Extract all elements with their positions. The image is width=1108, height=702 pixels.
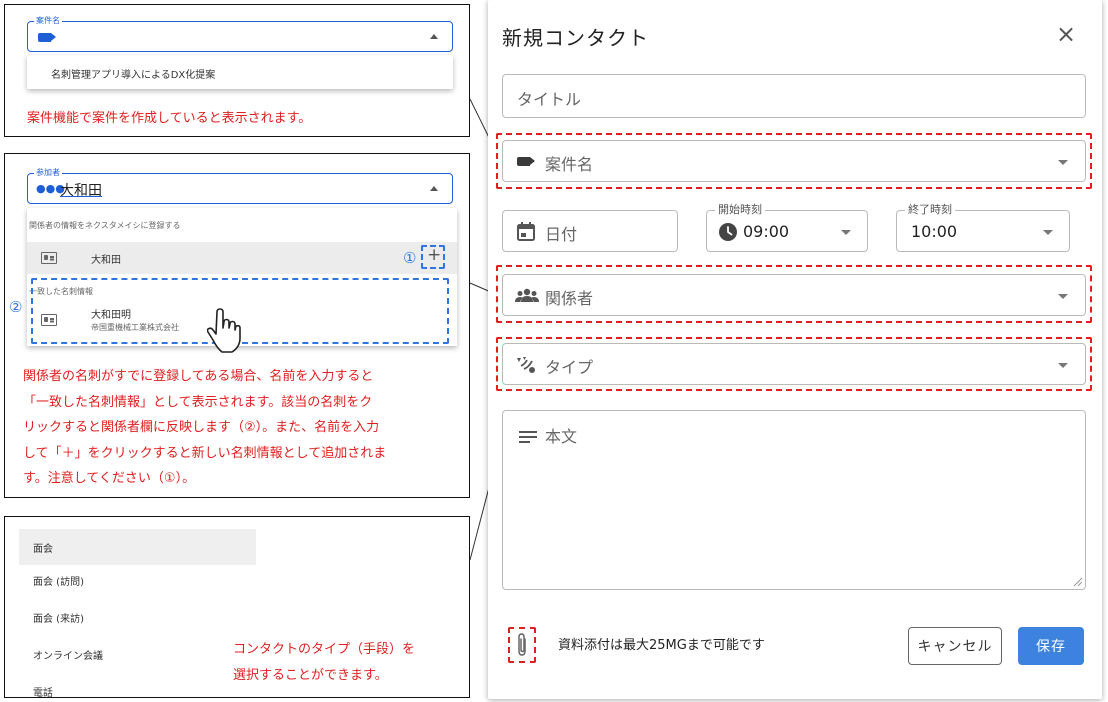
title-placeholder: タイトル	[517, 90, 582, 109]
start-time-legend: 開始時刻	[715, 203, 765, 217]
new-contact-dialog: 新規コンタクト × タイトル 案件名 日付 開始時刻 09:00 終了時刻 10…	[488, 0, 1102, 699]
related-select[interactable]: 関係者	[502, 274, 1086, 316]
close-icon[interactable]: ×	[1056, 20, 1076, 48]
paperclip-icon[interactable]	[516, 633, 528, 657]
contact-type-icon	[517, 357, 535, 373]
chevron-down-icon[interactable]	[1043, 230, 1053, 235]
tag-icon	[517, 157, 535, 166]
type-select[interactable]: タイプ	[502, 343, 1086, 385]
date-placeholder: 日付	[545, 225, 578, 244]
end-time-legend: 終了時刻	[905, 203, 955, 217]
end-time-value: 10:00	[911, 222, 958, 241]
chevron-down-icon[interactable]	[1058, 363, 1068, 368]
chevron-down-icon[interactable]	[1058, 294, 1068, 299]
chevron-down-icon[interactable]	[1058, 160, 1068, 165]
resize-handle-icon[interactable]	[1073, 577, 1083, 587]
notes-icon	[519, 431, 537, 443]
date-input[interactable]: 日付	[502, 210, 678, 252]
body-placeholder: 本文	[545, 427, 578, 446]
dialog-title: 新規コンタクト	[502, 26, 649, 50]
case-select[interactable]: 案件名	[502, 140, 1086, 182]
body-textarea[interactable]: 本文	[502, 410, 1086, 590]
clock-icon	[719, 223, 737, 241]
chevron-down-icon[interactable]	[841, 230, 851, 235]
case-placeholder: 案件名	[545, 155, 594, 174]
save-button[interactable]: 保存	[1018, 627, 1084, 665]
related-placeholder: 関係者	[545, 289, 594, 308]
calendar-icon	[517, 222, 535, 241]
start-time-value: 09:00	[743, 222, 790, 241]
people-icon	[515, 288, 539, 302]
cancel-button[interactable]: キャンセル	[908, 627, 1002, 665]
end-time-select[interactable]: 終了時刻 10:00	[896, 203, 1070, 252]
start-time-select[interactable]: 開始時刻 09:00	[706, 203, 868, 252]
attach-note: 資料添付は最大25MGまで可能です	[558, 638, 765, 653]
type-placeholder: タイプ	[545, 358, 594, 377]
title-input[interactable]: タイトル	[502, 74, 1086, 118]
